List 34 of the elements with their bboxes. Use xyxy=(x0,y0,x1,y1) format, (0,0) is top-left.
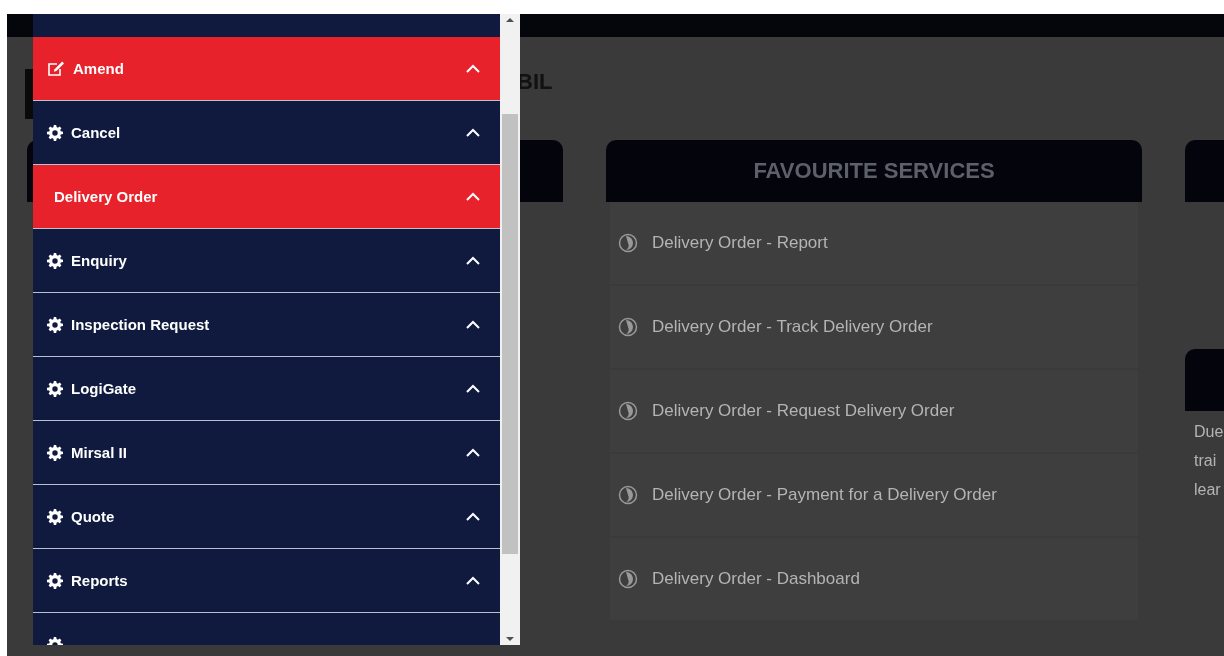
caret-icon xyxy=(466,64,480,73)
service-link[interactable]: Delivery Order - Report xyxy=(610,202,1138,284)
gear-icon xyxy=(47,124,63,141)
notice-text: trai xyxy=(1193,451,1218,471)
gear-icon xyxy=(47,508,63,525)
edit-icon xyxy=(47,60,65,77)
crescent-icon xyxy=(618,317,638,337)
gear-icon xyxy=(47,572,63,589)
card-title: FAVOURITE SERVICES xyxy=(606,140,1142,202)
notice-text: lear xyxy=(1193,480,1222,500)
caret-icon xyxy=(466,576,480,585)
caret-icon xyxy=(466,256,480,265)
crescent-icon xyxy=(618,569,638,589)
service-link[interactable]: Delivery Order - Dashboard xyxy=(610,538,1138,620)
caret-icon xyxy=(466,384,480,393)
caret-icon xyxy=(466,512,480,521)
caret-icon xyxy=(466,192,480,201)
caret-icon xyxy=(466,128,480,137)
notice-text: Due xyxy=(1193,422,1224,442)
menu-item[interactable]: Delivery Order xyxy=(33,165,500,229)
scrollbar[interactable] xyxy=(500,14,520,645)
service-link[interactable]: Delivery Order - Request Delivery Order xyxy=(610,370,1138,452)
service-link[interactable]: Delivery Order - Payment for a Delivery Order xyxy=(610,454,1138,536)
crescent-icon xyxy=(618,233,638,253)
gear-icon xyxy=(47,252,63,269)
menu-item[interactable]: Amend xyxy=(33,37,500,101)
gear-icon xyxy=(47,380,63,397)
gear-icon xyxy=(47,316,63,333)
caret-icon xyxy=(466,448,480,457)
caret-icon xyxy=(466,320,480,329)
crescent-icon xyxy=(618,485,638,505)
service-link[interactable]: Delivery Order - Track Delivery Order xyxy=(610,286,1138,368)
crescent-icon xyxy=(618,401,638,421)
gear-icon xyxy=(47,444,63,461)
